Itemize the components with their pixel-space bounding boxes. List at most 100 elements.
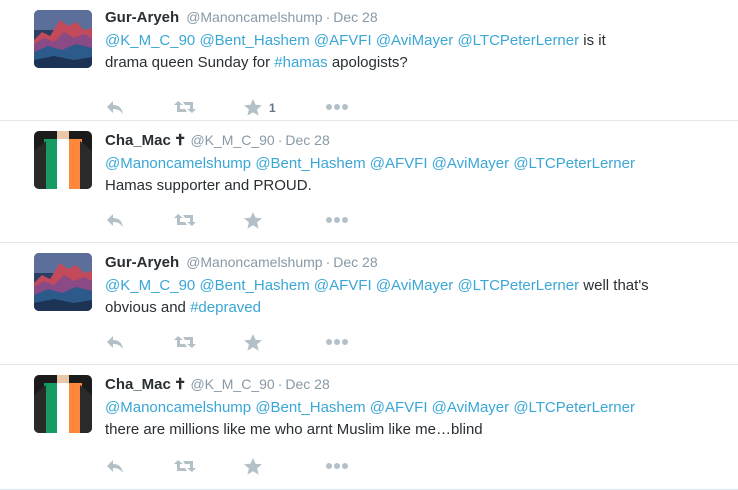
tweet-text-line: Hamas supporter and PROUD.	[105, 175, 715, 197]
mention-link[interactable]: @AviMayer	[376, 32, 453, 49]
star-icon	[244, 99, 262, 116]
mention-link[interactable]: @Manoncamelshump	[105, 399, 251, 416]
tweet-text: @K_M_C_90 @Bent_Hashem @AFVFI @AviMayer …	[105, 275, 715, 319]
retweet-button[interactable]	[173, 333, 197, 353]
more-button[interactable]	[325, 333, 349, 353]
user-fullname[interactable]: Cha_Mac	[105, 132, 171, 149]
user-fullname[interactable]: Gur-Aryeh	[105, 254, 179, 271]
tweet-text-line: @K_M_C_90 @Bent_Hashem @AFVFI @AviMayer …	[105, 30, 715, 52]
more-button[interactable]	[325, 211, 349, 231]
tweet-text-segment: there are millions like me who arnt Musl…	[105, 421, 483, 438]
hashtag-link[interactable]: #hamas	[274, 54, 327, 71]
tweet-text-segment: is it	[579, 32, 606, 49]
more-dots-icon	[326, 104, 348, 110]
reply-icon	[107, 214, 123, 227]
tweet-text-segment: well that's	[579, 277, 649, 294]
tweet-text: @K_M_C_90 @Bent_Hashem @AFVFI @AviMayer …	[105, 30, 715, 74]
tweet-text-segment: drama queen Sunday for	[105, 54, 275, 71]
mention-link[interactable]: @AviMayer	[432, 155, 509, 172]
more-dots-icon	[326, 339, 348, 345]
favorite-button[interactable]	[243, 333, 263, 353]
mention-link[interactable]: @AviMayer	[432, 399, 509, 416]
mention-link[interactable]: @LTCPeterLerner	[513, 155, 635, 172]
tweet-timestamp[interactable]: Dec 28	[333, 254, 377, 270]
tweet-text-line: there are millions like me who arnt Musl…	[105, 419, 715, 441]
reply-button[interactable]	[105, 457, 125, 477]
more-dots-icon	[326, 217, 348, 223]
tweet-header: Cha_Mac ✝ @K_M_C_90 · Dec 28	[105, 131, 330, 150]
mention-link[interactable]: @Bent_Hashem	[199, 277, 309, 294]
tweet-text-line: @K_M_C_90 @Bent_Hashem @AFVFI @AviMayer …	[105, 275, 715, 297]
mention-link[interactable]: @AFVFI	[314, 277, 372, 294]
user-handle[interactable]: @Manoncamelshump	[186, 254, 322, 270]
user-handle[interactable]: @K_M_C_90	[190, 376, 274, 392]
favorite-button[interactable]	[243, 211, 263, 231]
tweet-header: Cha_Mac ✝ @K_M_C_90 · Dec 28	[105, 375, 330, 394]
separator-dot: ·	[325, 9, 331, 25]
tweet-header: Gur-Aryeh @Manoncamelshump · Dec 28	[105, 8, 378, 27]
favorite-button[interactable]: 1	[243, 98, 276, 118]
retweet-button[interactable]	[173, 211, 197, 231]
retweet-button[interactable]	[173, 457, 197, 477]
tweet-text-segment: apologists?	[327, 54, 408, 71]
mention-link[interactable]: @K_M_C_90	[105, 32, 195, 49]
reply-button[interactable]	[105, 211, 125, 231]
mention-link[interactable]: @AviMayer	[376, 277, 453, 294]
avatar[interactable]	[34, 375, 92, 433]
tweet-timestamp[interactable]: Dec 28	[333, 9, 377, 25]
tweet-feed: Gur-Aryeh @Manoncamelshump · Dec 28 @K_M_C_…	[0, 0, 738, 490]
avatar[interactable]	[34, 131, 92, 189]
mention-link[interactable]: @Bent_Hashem	[199, 32, 309, 49]
tweet[interactable]: Cha_Mac ✝ @K_M_C_90 · Dec 28 @Manoncamelshum…	[0, 121, 738, 243]
mention-link[interactable]: @AFVFI	[314, 32, 372, 49]
star-icon	[244, 458, 262, 475]
mention-link[interactable]: @Manoncamelshump	[105, 155, 251, 172]
tweet-text-line: obvious and #depraved	[105, 297, 715, 319]
reply-button[interactable]	[105, 333, 125, 353]
user-handle[interactable]: @Manoncamelshump	[186, 9, 322, 25]
tweet[interactable]: Gur-Aryeh @Manoncamelshump · Dec 28 @K_M_C_…	[0, 0, 738, 121]
mention-link[interactable]: @K_M_C_90	[105, 277, 195, 294]
tweet-header: Gur-Aryeh @Manoncamelshump · Dec 28	[105, 253, 378, 272]
more-button[interactable]	[325, 98, 349, 118]
retweet-button[interactable]	[173, 98, 197, 118]
mention-link[interactable]: @AFVFI	[370, 399, 428, 416]
separator-dot: ·	[277, 132, 283, 148]
mention-link[interactable]: @LTCPeterLerner	[457, 277, 579, 294]
reply-icon	[107, 101, 123, 114]
avatar[interactable]	[34, 10, 92, 68]
tweet-timestamp[interactable]: Dec 28	[285, 376, 329, 392]
mention-link[interactable]: @Bent_Hashem	[255, 155, 365, 172]
separator-dot: ·	[277, 376, 283, 392]
retweet-icon	[174, 460, 196, 472]
user-handle[interactable]: @K_M_C_90	[190, 132, 274, 148]
favorite-button[interactable]	[243, 457, 263, 477]
more-button[interactable]	[325, 457, 349, 477]
retweet-icon	[174, 336, 196, 348]
tweet-text: @Manoncamelshump @Bent_Hashem @AFVFI @Av…	[105, 397, 715, 441]
mention-link[interactable]: @Bent_Hashem	[255, 399, 365, 416]
mention-link[interactable]: @AFVFI	[370, 155, 428, 172]
user-fullname[interactable]: Cha_Mac	[105, 376, 171, 393]
retweet-icon	[174, 101, 196, 113]
user-fullname[interactable]: Gur-Aryeh	[105, 9, 179, 26]
tweet-timestamp[interactable]: Dec 28	[285, 132, 329, 148]
hashtag-link[interactable]: #depraved	[190, 299, 261, 316]
mention-link[interactable]: @LTCPeterLerner	[513, 399, 635, 416]
tweet-text-segment: Hamas supporter and PROUD.	[105, 177, 312, 194]
mention-link[interactable]: @LTCPeterLerner	[457, 32, 579, 49]
star-icon	[244, 334, 262, 351]
reply-button[interactable]	[105, 98, 125, 118]
tweet[interactable]: Gur-Aryeh @Manoncamelshump · Dec 28 @K_M_C_…	[0, 243, 738, 365]
tweet-text-line: @Manoncamelshump @Bent_Hashem @AFVFI @Av…	[105, 397, 715, 419]
tweet[interactable]: Cha_Mac ✝ @K_M_C_90 · Dec 28 @Manoncamelshum…	[0, 365, 738, 490]
reply-icon	[107, 460, 123, 473]
tweet-text-line: drama queen Sunday for #hamas apologists…	[105, 52, 715, 74]
cross-badge: ✝	[173, 132, 187, 149]
tweet-text-line: @Manoncamelshump @Bent_Hashem @AFVFI @Av…	[105, 153, 715, 175]
reply-icon	[107, 336, 123, 349]
more-dots-icon	[326, 463, 348, 469]
favorite-count: 1	[269, 101, 276, 115]
cross-badge: ✝	[173, 376, 187, 393]
avatar[interactable]	[34, 253, 92, 311]
